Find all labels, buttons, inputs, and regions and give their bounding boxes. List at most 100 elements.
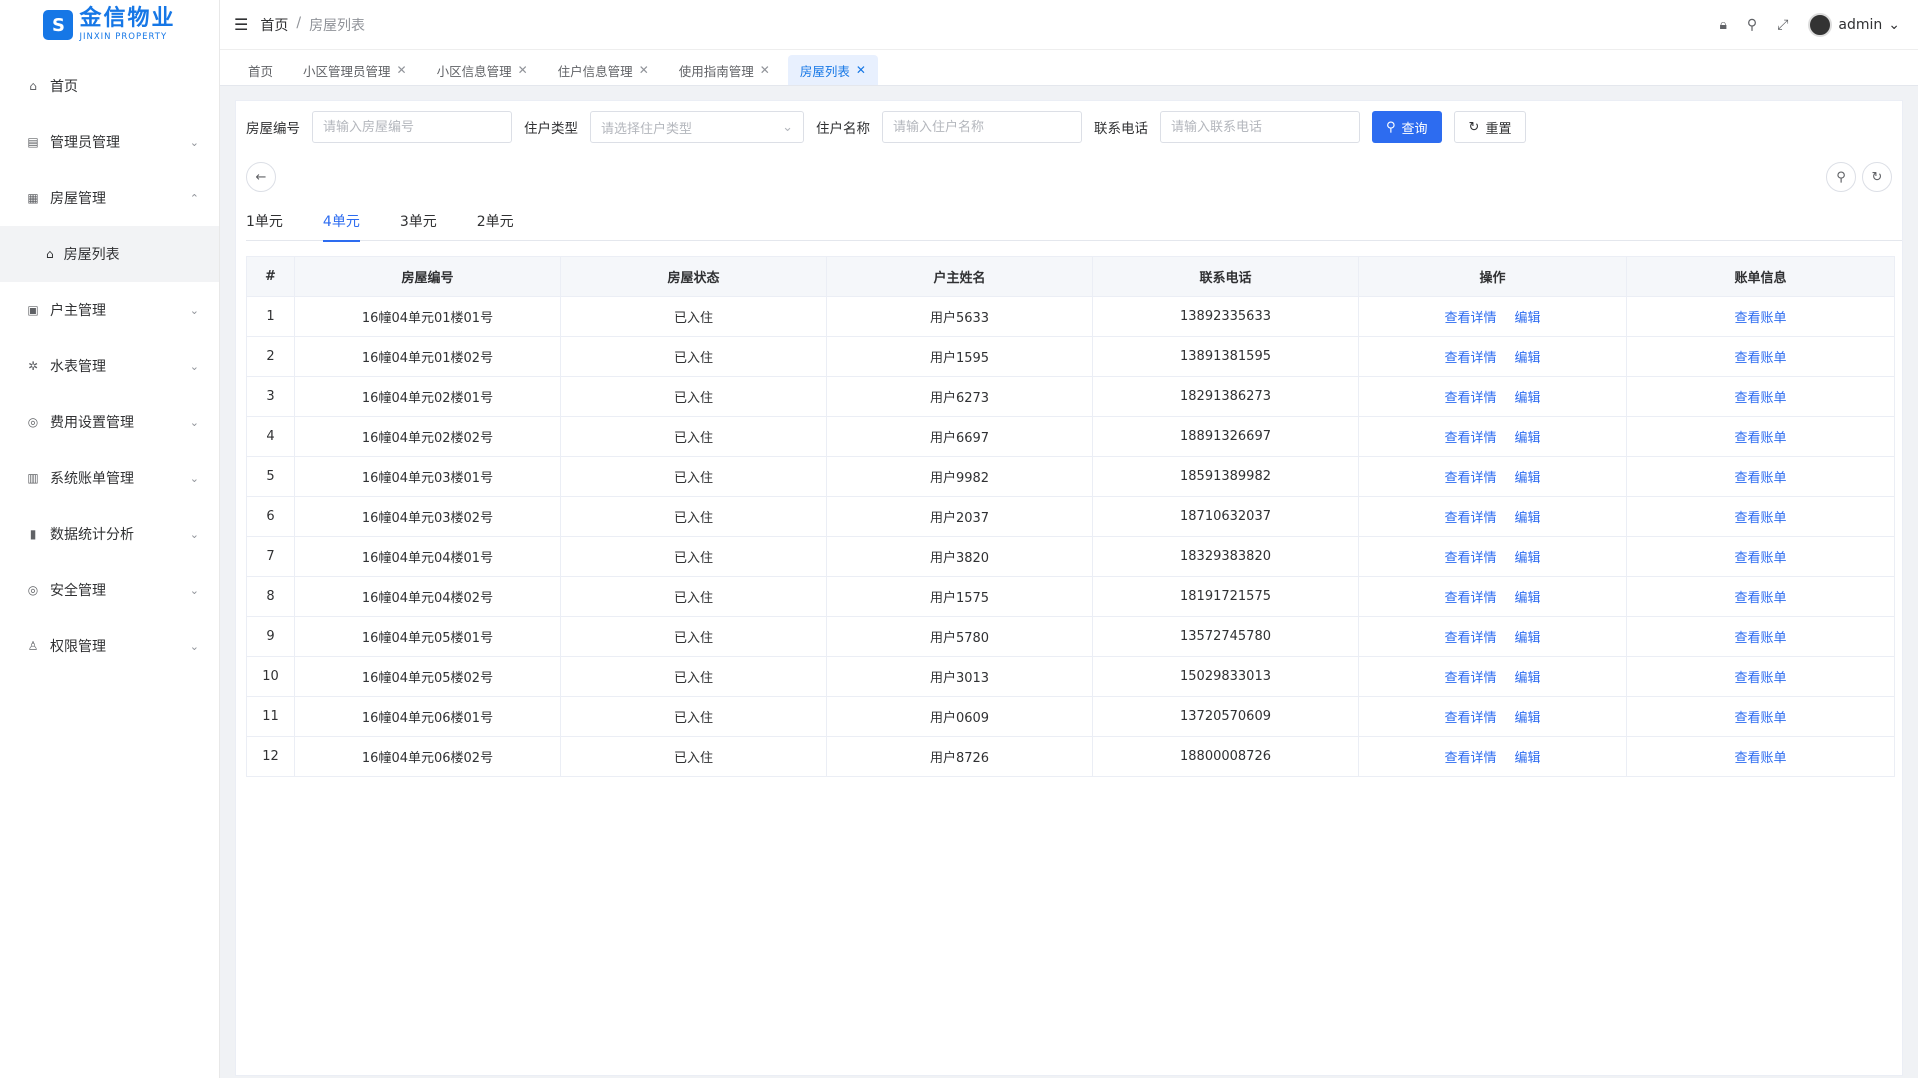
tag[interactable]: 小区信息管理 ✕ <box>425 55 540 85</box>
tag[interactable]: 房屋列表 ✕ <box>787 55 878 85</box>
back-button[interactable]: ← <box>246 162 276 192</box>
table-row: 1 16幢04单元01楼01号 已入住 用户5633 13892335633 查看详情 编辑… <box>246 296 1895 337</box>
fullscreen-icon[interactable]: ⤢ <box>1777 17 1788 33</box>
edit-link[interactable]: 编辑 <box>1515 431 1541 446</box>
view-bill-link[interactable]: 查看账单 <box>1734 631 1786 646</box>
unit-tabs: 1单元 4单元 3单元 2单元 <box>246 201 1902 242</box>
tag[interactable]: 小区管理员管理 ✕ <box>291 55 419 85</box>
table-cell: 18800008726 <box>1092 736 1359 777</box>
view-bill-link[interactable]: 查看账单 <box>1734 671 1786 686</box>
tag[interactable]: 住户信息管理 ✕ <box>546 55 661 85</box>
tags-view: 首页 小区管理员管理 ✕ 小区信息管理 ✕ 住户信息管理 ✕ 使用指南管理 ✕ 房屋列表 ✕ <box>220 50 1918 86</box>
view-detail-link[interactable]: 查看详情 <box>1444 671 1496 686</box>
edit-link[interactable]: 编辑 <box>1515 671 1541 686</box>
table-cell: 18891326697 <box>1092 416 1359 457</box>
toggle-search-button[interactable]: ⚲ <box>1826 162 1856 192</box>
view-bill-link[interactable]: 查看账单 <box>1734 591 1786 606</box>
table-cell: 16幢04单元01楼02号 <box>294 336 561 377</box>
sidebar-item[interactable]: ✲ 水表管理 ⌄ <box>0 338 219 394</box>
breadcrumb-separator: / <box>296 14 302 31</box>
edit-link[interactable]: 编辑 <box>1515 351 1541 366</box>
close-icon[interactable]: ✕ <box>518 63 528 77</box>
tag[interactable]: 使用指南管理 ✕ <box>667 55 782 85</box>
column-header: 房屋状态 <box>560 256 827 297</box>
bill-cell: 查看账单 <box>1626 656 1895 697</box>
sidebar-item[interactable]: ▤ 管理员管理 ⌄ <box>0 114 219 170</box>
view-detail-link[interactable]: 查看详情 <box>1444 471 1496 486</box>
view-bill-link[interactable]: 查看账单 <box>1734 351 1786 366</box>
lock-icon[interactable]: 🔒︎ <box>1719 17 1726 33</box>
chevron-icon: ⌄ <box>189 303 199 317</box>
view-detail-link[interactable]: 查看详情 <box>1444 391 1496 406</box>
table-cell: 用户3820 <box>826 536 1093 577</box>
unit-tab[interactable]: 3单元 <box>400 201 437 241</box>
chevron-icon: ⌄ <box>189 471 199 485</box>
close-icon[interactable]: ✕ <box>856 63 866 77</box>
view-detail-link[interactable]: 查看详情 <box>1444 311 1496 326</box>
phone-input[interactable] <box>1160 111 1360 143</box>
resident-name-label: 住户名称 <box>816 121 870 137</box>
house-table: # 房屋编号 房屋状态 户主姓名 联系电话 操作 账单信息 1 16幢04单元01楼01号 已入… <box>246 256 1895 777</box>
unit-tab[interactable]: 1单元 <box>246 201 283 241</box>
table-cell: 用户6697 <box>826 416 1093 457</box>
resident-type-select[interactable]: 请选择住户类型 ⌄ <box>590 111 804 143</box>
hamburger-icon[interactable]: ☰ <box>234 15 248 34</box>
sidebar-item[interactable]: ▮ 数据统计分析 ⌄ <box>0 506 219 562</box>
sidebar-item[interactable]: ▣ 户主管理 ⌄ <box>0 282 219 338</box>
table-cell: 用户6273 <box>826 376 1093 417</box>
edit-link[interactable]: 编辑 <box>1515 391 1541 406</box>
view-detail-link[interactable]: 查看详情 <box>1444 631 1496 646</box>
edit-link[interactable]: 编辑 <box>1515 551 1541 566</box>
edit-link[interactable]: 编辑 <box>1515 591 1541 606</box>
edit-link[interactable]: 编辑 <box>1515 311 1541 326</box>
resident-type-label: 住户类型 <box>524 121 578 137</box>
search-button[interactable]: ⚲ 查询 <box>1372 111 1442 143</box>
unit-tab[interactable]: 2单元 <box>477 201 514 241</box>
reset-button[interactable]: ↻ 重置 <box>1453 111 1527 143</box>
view-detail-link[interactable]: 查看详情 <box>1444 511 1496 526</box>
sidebar-subitem-house-list[interactable]: ⌂ 房屋列表 <box>0 226 219 282</box>
view-bill-link[interactable]: 查看账单 <box>1734 711 1786 726</box>
house-no-input[interactable] <box>312 111 512 143</box>
sidebar-item[interactable]: ♙ 权限管理 ⌄ <box>0 618 219 674</box>
view-bill-link[interactable]: 查看账单 <box>1734 551 1786 566</box>
view-detail-link[interactable]: 查看详情 <box>1444 591 1496 606</box>
sidebar-item[interactable]: ⌂ 首页 <box>0 58 219 114</box>
sidebar-item[interactable]: ▦ 房屋管理 ⌃ <box>0 170 219 226</box>
close-icon[interactable]: ✕ <box>639 63 649 77</box>
breadcrumb-current: 房屋列表 <box>309 17 366 34</box>
sidebar-item[interactable]: ▥ 系统账单管理 ⌄ <box>0 450 219 506</box>
view-bill-link[interactable]: 查看账单 <box>1734 431 1786 446</box>
view-bill-link[interactable]: 查看账单 <box>1734 391 1786 406</box>
table-cell: 已入住 <box>560 376 827 417</box>
close-icon[interactable]: ✕ <box>760 63 770 77</box>
unit-tab[interactable]: 4单元 <box>322 201 360 242</box>
view-bill-link[interactable]: 查看账单 <box>1734 471 1786 486</box>
tag[interactable]: 首页 <box>236 55 285 85</box>
table-cell: 用户8726 <box>826 736 1093 777</box>
close-icon[interactable]: ✕ <box>397 63 407 77</box>
view-bill-link[interactable]: 查看账单 <box>1734 511 1786 526</box>
edit-link[interactable]: 编辑 <box>1515 631 1541 646</box>
table-cell: 18710632037 <box>1092 496 1359 537</box>
view-bill-link[interactable]: 查看账单 <box>1734 311 1786 326</box>
logo[interactable]: S 金信物业 JINXIN PROPERTY <box>0 0 219 50</box>
resident-name-input[interactable] <box>882 111 1082 143</box>
user-menu[interactable]: admin ⌄ <box>1808 12 1900 37</box>
edit-link[interactable]: 编辑 <box>1515 471 1541 486</box>
view-detail-link[interactable]: 查看详情 <box>1444 751 1496 766</box>
view-detail-link[interactable]: 查看详情 <box>1444 431 1496 446</box>
sidebar-item[interactable]: ◎ 费用设置管理 ⌄ <box>0 394 219 450</box>
edit-link[interactable]: 编辑 <box>1515 511 1541 526</box>
view-detail-link[interactable]: 查看详情 <box>1444 351 1496 366</box>
search-icon[interactable]: ⚲ <box>1747 17 1757 33</box>
view-detail-link[interactable]: 查看详情 <box>1444 551 1496 566</box>
edit-link[interactable]: 编辑 <box>1515 711 1541 726</box>
view-bill-link[interactable]: 查看账单 <box>1734 751 1786 766</box>
table-cell: 用户3013 <box>826 656 1093 697</box>
breadcrumb-home[interactable]: 首页 <box>260 15 288 35</box>
view-detail-link[interactable]: 查看详情 <box>1444 711 1496 726</box>
sidebar-item[interactable]: ◎ 安全管理 ⌄ <box>0 562 219 618</box>
edit-link[interactable]: 编辑 <box>1515 751 1541 766</box>
refresh-button[interactable]: ↻ <box>1862 162 1892 192</box>
